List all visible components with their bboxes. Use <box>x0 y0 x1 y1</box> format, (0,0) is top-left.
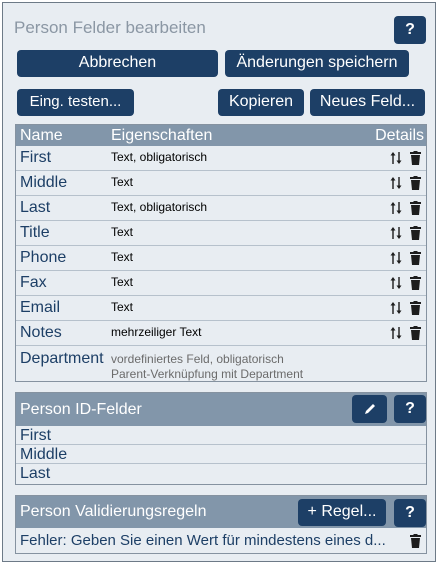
field-name: Title <box>20 224 50 241</box>
sort-arrows-icon[interactable] <box>390 326 402 340</box>
validation-help-button[interactable]: ? <box>394 499 426 527</box>
trash-icon[interactable] <box>410 201 421 215</box>
trash-icon[interactable] <box>410 176 421 190</box>
trash-icon[interactable] <box>410 276 421 290</box>
id-field-item: First <box>16 426 426 445</box>
field-name: Middle <box>20 174 68 191</box>
sort-arrows-icon[interactable] <box>390 301 402 315</box>
trash-icon[interactable] <box>410 226 421 240</box>
trash-icon[interactable] <box>410 301 421 315</box>
field-name: Fax <box>20 274 47 291</box>
field-row[interactable]: Title Text <box>16 221 426 246</box>
field-properties: Text, obligatorisch <box>111 200 208 214</box>
id-field-item: Last <box>20 465 51 482</box>
field-name: First <box>20 149 52 166</box>
header-name: Name <box>20 127 63 144</box>
fields-table: Name Eigenschaften Details First Text, ob… <box>15 124 427 382</box>
id-fields-panel: Person ID-Felder ? First Middle Last <box>15 392 427 485</box>
field-name: Department <box>20 350 104 367</box>
department-properties-line2: Parent-Verknüpfung mit Department <box>111 367 304 381</box>
field-row[interactable]: Last Text, obligatorisch <box>16 196 426 221</box>
sort-arrows-icon[interactable] <box>390 201 402 215</box>
edit-id-fields-button[interactable] <box>352 395 387 423</box>
header-properties: Eigenschaften <box>111 127 213 144</box>
field-row[interactable]: First Text, obligatorisch <box>16 146 426 171</box>
save-changes-button[interactable]: Änderungen speichern <box>225 50 409 77</box>
trash-icon[interactable] <box>410 326 421 340</box>
test-input-button[interactable]: Eing. testen... <box>17 89 134 116</box>
dialog-title: Person Felder bearbeiten <box>14 18 206 37</box>
department-row[interactable]: Department vordefiniertes Feld, obligato… <box>16 346 426 382</box>
new-field-button[interactable]: Neues Feld... <box>310 89 425 116</box>
id-fields-title: Person ID-Felder <box>20 401 142 418</box>
pencil-icon <box>364 404 375 414</box>
id-fields-help-button[interactable]: ? <box>394 395 426 423</box>
validation-rules-panel: Person Validierungsregeln + Regel... ? F… <box>15 495 427 554</box>
id-field-item: Middle <box>16 445 426 464</box>
field-properties: Text <box>111 275 134 289</box>
sort-arrows-icon[interactable] <box>390 276 402 290</box>
edit-fields-dialog: Person Felder bearbeiten ? Abbrechen Änd… <box>2 2 436 562</box>
sort-arrows-icon[interactable] <box>390 176 402 190</box>
sort-arrows-icon[interactable] <box>390 251 402 265</box>
field-properties: Text <box>111 300 134 314</box>
field-properties: mehrzeiliger Text <box>111 325 202 339</box>
field-name: Notes <box>20 324 62 341</box>
validation-rule-row[interactable]: Fehler: Geben Sie einen Wert für mindest… <box>16 528 426 554</box>
field-properties: Text <box>111 250 134 264</box>
fields-table-header: Name Eigenschaften Details <box>16 125 426 146</box>
sort-arrows-icon[interactable] <box>390 151 402 165</box>
trash-icon[interactable] <box>410 251 421 265</box>
header-details: Details <box>375 127 424 144</box>
validation-title: Person Validierungsregeln <box>20 503 207 520</box>
id-fields-header: Person ID-Felder ? <box>16 393 426 426</box>
validation-rule-text: Fehler: Geben Sie einen Wert für mindest… <box>20 532 386 549</box>
copy-button[interactable]: Kopieren <box>218 89 304 116</box>
department-properties-line1: vordefiniertes Feld, obligatorisch <box>111 352 284 366</box>
field-row[interactable]: Fax Text <box>16 271 426 296</box>
add-rule-button[interactable]: + Regel... <box>298 499 386 526</box>
field-properties: Text <box>111 225 134 239</box>
field-row[interactable]: Phone Text <box>16 246 426 271</box>
field-name: Email <box>20 299 61 316</box>
field-row[interactable]: Notes mehrzeiliger Text <box>16 321 426 346</box>
field-name: Phone <box>20 249 67 266</box>
help-button[interactable]: ? <box>394 16 426 44</box>
field-properties: Text <box>111 175 134 189</box>
sort-arrows-icon[interactable] <box>390 226 402 240</box>
validation-header: Person Validierungsregeln + Regel... ? <box>16 496 426 528</box>
field-name: Last <box>20 199 51 216</box>
field-row[interactable]: Email Text <box>16 296 426 321</box>
cancel-button[interactable]: Abbrechen <box>17 50 218 77</box>
trash-icon[interactable] <box>410 151 421 165</box>
field-properties: Text, obligatorisch <box>111 150 208 164</box>
field-row[interactable]: Middle Text <box>16 171 426 196</box>
trash-icon[interactable] <box>410 534 421 548</box>
